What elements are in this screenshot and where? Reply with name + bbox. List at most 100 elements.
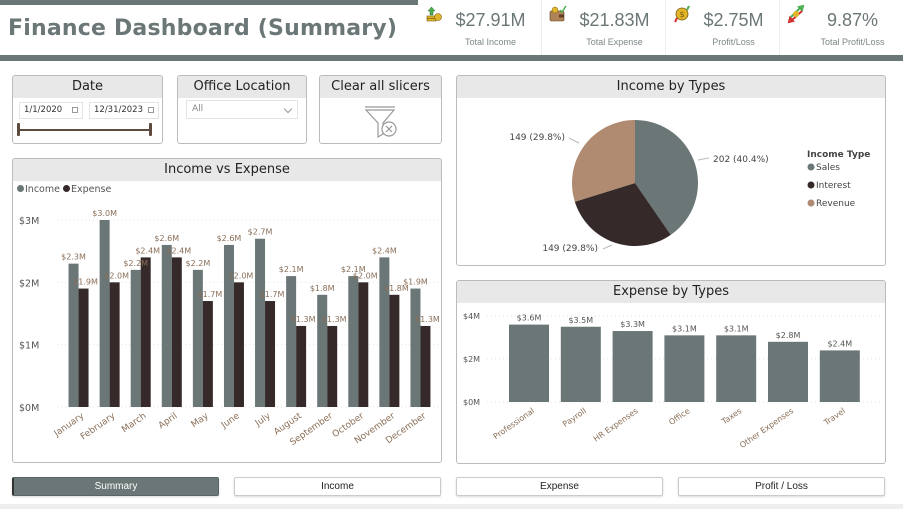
data-label-expense: $2.4M — [135, 246, 160, 255]
legend-dot-income — [17, 185, 24, 192]
kpi-profit-loss: $ $2.75M Profit/Loss — [666, 0, 780, 55]
bar-expense-type — [716, 335, 757, 402]
kpi-label: Profit/Loss — [712, 37, 755, 47]
bar-income — [286, 276, 297, 407]
bar-expense — [265, 301, 276, 407]
bar-expense — [420, 325, 431, 407]
legend-dot-expense — [63, 185, 70, 192]
data-label-income: $2.1M — [279, 265, 304, 274]
x-tick-label: March — [120, 411, 148, 435]
data-label: $3.1M — [672, 324, 697, 333]
dashboard-page: Finance Dashboard (Summary) $27.91M Tota… — [0, 0, 903, 509]
x-tick-label: April — [157, 411, 180, 431]
kpi-value: 9.87% — [826, 10, 879, 30]
income-by-types-chart: 202 (40.4%) 149 (29.8%) 149 (29.8%) Income … — [509, 120, 870, 254]
clear-filter-icon — [364, 106, 397, 139]
data-label-income: $2.2M — [123, 259, 148, 268]
data-label-expense: $1.7M — [260, 290, 285, 299]
bar-expense-type — [819, 350, 860, 402]
y-tick-label: $1M — [19, 341, 39, 352]
x-tick-label: Payroll — [561, 406, 588, 429]
expense-by-types-card: Expense by Types $0M $2M $4M $3.6M Professio… — [456, 280, 886, 464]
data-label-expense: $2.0M — [229, 271, 254, 280]
x-tick-label: July — [253, 411, 273, 429]
y-tick-label: $2M — [19, 278, 39, 289]
bar-expense — [327, 325, 338, 407]
data-label-income: $2.6M — [154, 234, 179, 243]
header-bottom-bar — [0, 55, 903, 61]
legend-dot-interest — [807, 181, 815, 189]
y-tick-label: $3M — [19, 216, 39, 227]
date-slicer-title: Date — [13, 76, 162, 98]
date-slicer: Date 1/1/2020 12/31/2023 — [12, 75, 163, 144]
bar-income — [130, 269, 141, 407]
data-label: $2.4M — [827, 339, 852, 348]
bar-expense — [233, 282, 244, 407]
x-tick-label: May — [190, 411, 212, 430]
tab-income[interactable]: Income — [234, 477, 441, 496]
slider-end-handle[interactable] — [149, 123, 152, 136]
bar-expense — [171, 257, 182, 407]
y-tick-label: $0M — [463, 398, 480, 407]
income-vs-expense-chart: $0M$1M$2M$3M$2.3M$1.9MJanuary$3.0M$2.0MF… — [19, 209, 440, 448]
data-label-income: $2.6M — [217, 234, 242, 243]
bar-expense-type — [664, 335, 705, 402]
bar-income — [255, 238, 266, 407]
data-label: $3.1M — [724, 324, 749, 333]
bar-expense — [358, 282, 369, 407]
kpi-label: Total Profit/Loss — [820, 37, 885, 47]
bar-expense-type — [768, 341, 808, 402]
chevron-down-icon — [283, 104, 293, 114]
y-tick-label: $2M — [463, 355, 480, 364]
tab-summary[interactable]: Summary — [12, 477, 219, 496]
end-date-input[interactable]: 12/31/2023 — [89, 102, 159, 119]
office-location-selected: All — [192, 104, 204, 114]
data-label-income: $1.8M — [310, 284, 335, 293]
x-tick-label: Office — [667, 406, 691, 427]
legend-title: Income Type — [807, 150, 870, 160]
bar-income — [348, 276, 359, 407]
x-tick-label: Taxes — [719, 406, 743, 427]
legend-label-income: Income — [25, 184, 60, 195]
bar-income — [410, 288, 421, 407]
slider-start-handle[interactable] — [17, 123, 20, 136]
bar-expense-type — [509, 324, 549, 402]
data-label: $3.5M — [568, 316, 593, 325]
data-label-income: $2.3M — [61, 253, 86, 262]
data-label-income: $2.4M — [372, 246, 397, 255]
data-label-expense: $2.4M — [166, 246, 191, 255]
bar-expense — [140, 257, 151, 407]
office-location-dropdown[interactable]: All — [186, 100, 298, 119]
x-tick-label: February — [79, 411, 118, 442]
data-label-expense: $1.7M — [198, 290, 223, 299]
bar-expense-type — [560, 326, 601, 402]
bar-income — [99, 220, 110, 407]
pie-data-label: 202 (40.4%) — [713, 155, 769, 165]
tab-expense[interactable]: Expense — [456, 477, 663, 496]
legend-label-revenue: Revenue — [816, 199, 856, 209]
clear-all-slicers-button[interactable]: Clear all slicers — [319, 75, 442, 144]
legend-dot-revenue — [807, 199, 815, 207]
kpi-value: $27.91M — [455, 10, 526, 30]
data-label-income: $2.2M — [186, 259, 211, 268]
date-range-slider[interactable] — [18, 129, 152, 131]
legend-item-income[interactable]: Income — [17, 184, 60, 195]
leader-line — [697, 157, 710, 161]
tab-profit-loss[interactable]: Profit / Loss — [678, 477, 885, 496]
legend-item-expense[interactable]: Expense — [63, 184, 111, 195]
data-label: $3.6M — [517, 314, 542, 323]
kpi-value: $2.75M — [703, 10, 764, 30]
kpi-total-profit-loss-percent: 9.87% Total Profit/Loss — [780, 0, 903, 55]
page-title: Finance Dashboard (Summary) — [8, 16, 398, 41]
start-date-value: 1/1/2020 — [24, 105, 63, 115]
bar-expense — [202, 301, 213, 407]
data-label-income: $1.9M — [403, 278, 428, 287]
y-tick-label: $4M — [463, 312, 480, 321]
end-date-value: 12/31/2023 — [94, 105, 143, 115]
x-tick-label: Other Expenses — [738, 406, 795, 450]
calendar-icon[interactable] — [72, 107, 78, 113]
income-vs-expense-title: Income vs Expense — [13, 159, 441, 181]
start-date-input[interactable]: 1/1/2020 — [19, 102, 83, 119]
office-location-title: Office Location — [178, 76, 306, 98]
calendar-icon[interactable] — [148, 107, 154, 113]
